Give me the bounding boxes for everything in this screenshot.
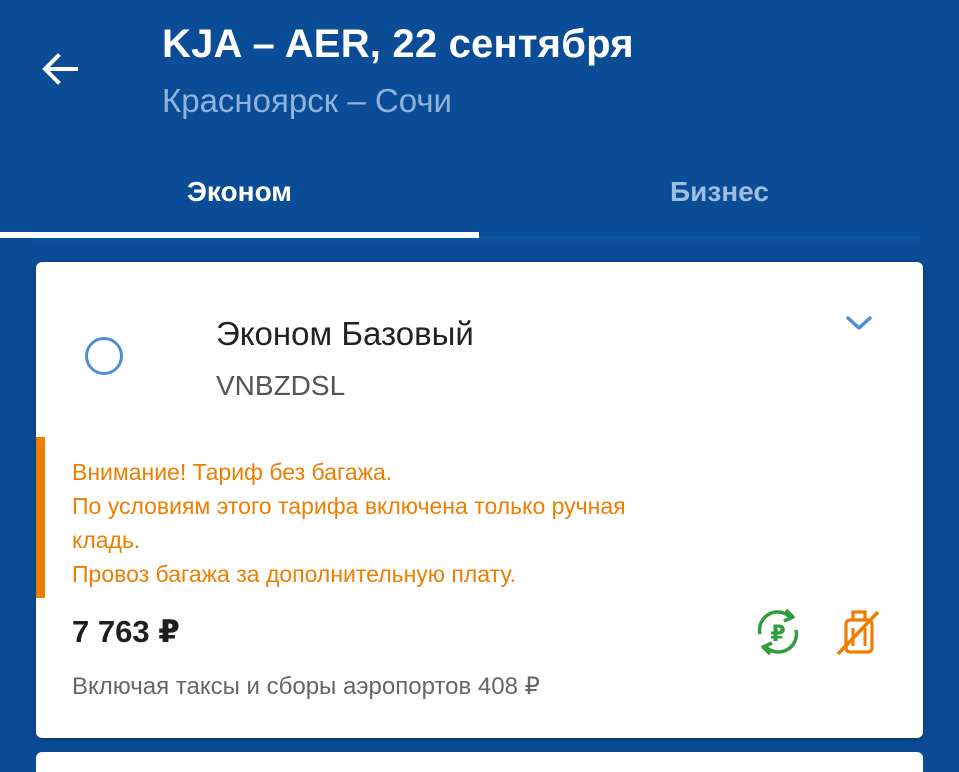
refund-ruble-icon: ₽ [757, 608, 799, 656]
taxes-note: Включая таксы и сборы аэропортов 408 ₽ [72, 673, 540, 700]
tariff-price: 7 763 ₽ [72, 614, 180, 649]
warning-line: Провоз багажа за дополнительную плату. [72, 561, 516, 587]
warning-line: кладь. [72, 527, 141, 553]
back-button[interactable] [28, 40, 92, 98]
no-baggage-icon [836, 610, 880, 656]
next-tariff-card[interactable] [36, 752, 923, 772]
warning-accent-bar [36, 437, 45, 598]
app-header: KJA – AER, 22 сентября Красноярск – Сочи… [0, 0, 959, 240]
tariff-code: VNBZDSL [216, 370, 346, 401]
svg-text:₽: ₽ [770, 622, 785, 647]
tab-business[interactable]: Бизнес [480, 150, 959, 234]
page-title: KJA – AER, 22 сентября [162, 22, 634, 66]
tariff-card[interactable]: Эконом Базовый VNBZDSL Внимание! Тариф б… [36, 262, 923, 738]
tariff-name: Эконом Базовый [216, 315, 474, 352]
tariff-radio[interactable] [85, 337, 123, 375]
warning-line: По условиям этого тарифа включена только… [72, 493, 626, 519]
warning-line: Внимание! Тариф без багажа. [72, 459, 393, 485]
expand-button[interactable] [841, 305, 877, 341]
active-tab-indicator [0, 232, 479, 238]
tab-econom-label: Эконом [186, 176, 293, 207]
page-subtitle: Красноярск – Сочи [162, 82, 452, 119]
chevron-down-icon [846, 316, 872, 330]
tab-econom[interactable]: Эконом [0, 150, 479, 234]
tab-business-label: Бизнес [670, 176, 769, 207]
baggage-warning: Внимание! Тариф без багажа. По условиям … [72, 455, 792, 591]
arrow-left-icon [42, 53, 78, 85]
